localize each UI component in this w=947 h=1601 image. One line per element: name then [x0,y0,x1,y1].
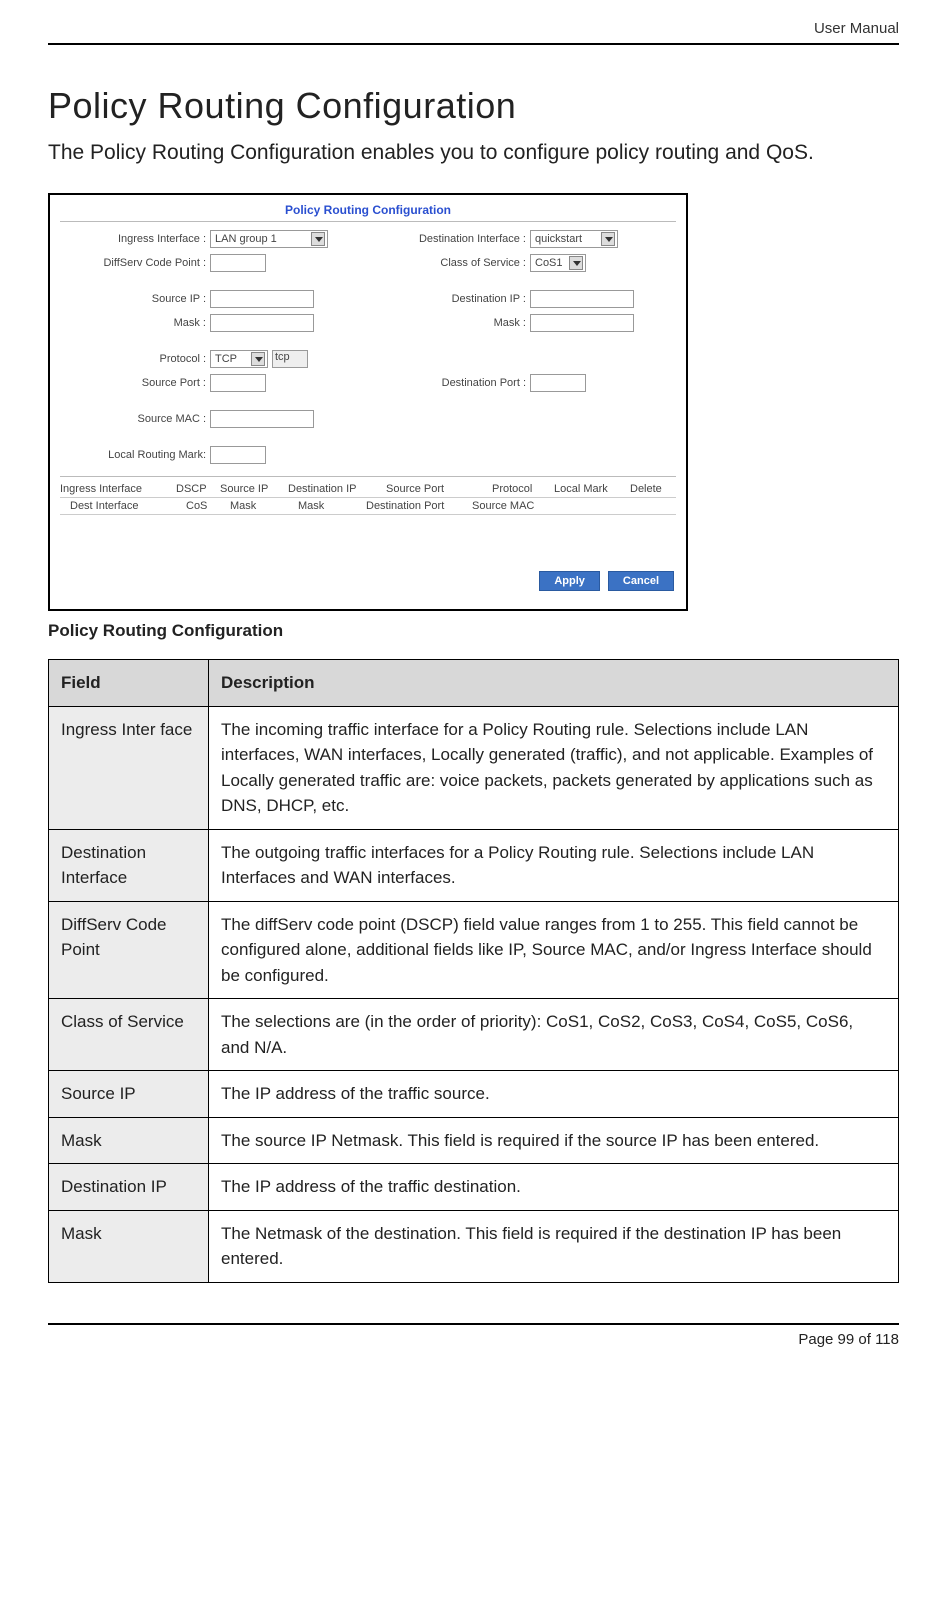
field-desc: The Netmask of the destination. This fie… [209,1210,899,1282]
destination-mask-input[interactable] [530,314,634,332]
label-destination-port: Destination Port : [390,377,530,389]
col-dest-interface: Dest Interface [60,500,180,512]
field-name: Mask [49,1210,209,1282]
col-mask-dst: Mask [298,500,360,512]
label-dscp: DiffServ Code Point : [60,257,210,269]
label-protocol: Protocol : [60,353,210,365]
protocol-readonly: tcp [272,350,308,368]
source-ip-input[interactable] [210,290,314,308]
ingress-interface-select[interactable]: LAN group 1 [210,230,328,248]
figure-caption: Policy Routing Configuration [48,621,899,641]
panel-rule [60,221,676,222]
source-mask-input[interactable] [210,314,314,332]
field-desc: The selections are (in the order of prio… [209,999,899,1071]
col-dscp: DSCP [176,483,214,495]
th-field: Field [49,660,209,707]
field-name: Class of Service [49,999,209,1071]
destination-ip-input[interactable] [530,290,634,308]
table-row: Source IP The IP address of the traffic … [49,1071,899,1118]
label-source-mask: Mask : [60,317,210,329]
table-row: Destination Interface The outgoing traff… [49,829,899,901]
ingress-interface-value: LAN group 1 [215,233,277,245]
dscp-input[interactable] [210,254,266,272]
label-cos: Class of Service : [390,257,530,269]
col-cos: CoS [186,500,224,512]
chevron-down-icon [311,232,325,246]
destination-interface-value: quickstart [535,233,582,245]
protocol-select[interactable]: TCP [210,350,268,368]
rules-list-header: Ingress Interface DSCP Source IP Destina… [60,476,676,515]
col-delete: Delete [630,483,662,495]
table-row: Mask The source IP Netmask. This field i… [49,1117,899,1164]
col-source-ip: Source IP [220,483,282,495]
label-source-mac: Source MAC : [60,413,210,425]
label-source-port: Source Port : [60,377,210,389]
source-mac-input[interactable] [210,410,314,428]
col-protocol: Protocol [492,483,548,495]
label-local-routing-mark: Local Routing Mark: [60,449,210,461]
col-destination-port: Destination Port [366,500,466,512]
field-name: Mask [49,1117,209,1164]
label-ingress-interface: Ingress Interface : [60,233,210,245]
destination-port-input[interactable] [530,374,586,392]
field-desc: The IP address of the traffic source. [209,1071,899,1118]
chevron-down-icon [569,256,583,270]
col-local-mark: Local Mark [554,483,624,495]
label-destination-ip: Destination IP : [390,293,530,305]
field-name: DiffServ Code Point [49,901,209,999]
intro-text: The Policy Routing Configuration enables… [48,141,899,165]
cos-select[interactable]: CoS1 [530,254,586,272]
doc-header: User Manual [48,20,899,43]
col-mask-src: Mask [230,500,292,512]
field-desc: The incoming traffic interface for a Pol… [209,706,899,829]
footer-rule [48,1323,899,1325]
field-desc: The source IP Netmask. This field is req… [209,1117,899,1164]
field-desc: The IP address of the traffic destinatio… [209,1164,899,1211]
field-name: Ingress Inter face [49,706,209,829]
config-screenshot: Policy Routing Configuration Ingress Int… [48,193,688,611]
field-desc: The diffServ code point (DSCP) field val… [209,901,899,999]
field-name: Destination IP [49,1164,209,1211]
col-ingress-interface: Ingress Interface [60,483,170,495]
field-desc: The outgoing traffic interfaces for a Po… [209,829,899,901]
th-description: Description [209,660,899,707]
chevron-down-icon [601,232,615,246]
apply-button[interactable]: Apply [539,571,600,591]
table-row: Destination IP The IP address of the tra… [49,1164,899,1211]
cos-value: CoS1 [535,257,563,269]
page-number: Page 99 of 118 [48,1331,899,1366]
cancel-button[interactable]: Cancel [608,571,674,591]
source-port-input[interactable] [210,374,266,392]
header-rule [48,43,899,45]
protocol-value: TCP [215,353,237,365]
destination-interface-select[interactable]: quickstart [530,230,618,248]
panel-title: Policy Routing Configuration [50,195,686,221]
col-source-mac: Source MAC [472,500,534,512]
field-name: Source IP [49,1071,209,1118]
page-title: Policy Routing Configuration [48,85,899,127]
table-row: DiffServ Code Point The diffServ code po… [49,901,899,999]
table-row: Mask The Netmask of the destination. Thi… [49,1210,899,1282]
col-source-port: Source Port [386,483,486,495]
label-destination-mask: Mask : [390,317,530,329]
field-name: Destination Interface [49,829,209,901]
chevron-down-icon [251,352,265,366]
field-description-table: Field Description Ingress Inter face The… [48,659,899,1283]
label-destination-interface: Destination Interface : [390,233,530,245]
local-routing-mark-input[interactable] [210,446,266,464]
label-source-ip: Source IP : [60,293,210,305]
table-row: Ingress Inter face The incoming traffic … [49,706,899,829]
col-destination-ip: Destination IP [288,483,380,495]
table-row: Class of Service The selections are (in … [49,999,899,1071]
